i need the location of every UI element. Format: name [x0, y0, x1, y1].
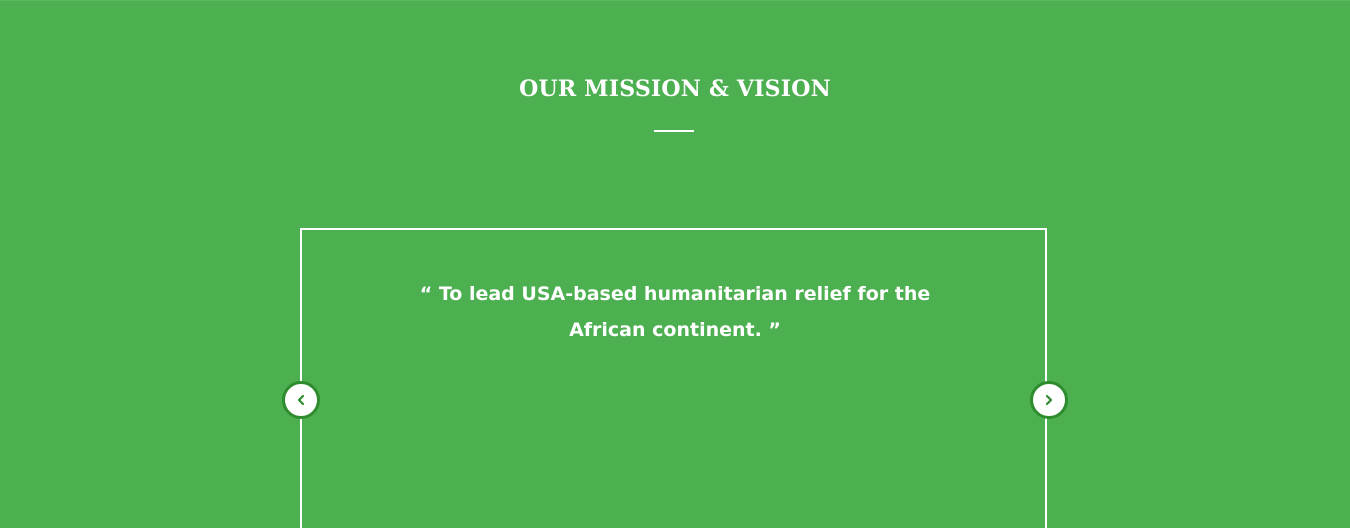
section-title: OUR MISSION & VISION [519, 76, 831, 102]
mission-quote: “ To lead USA-based humanitarian relief … [419, 283, 931, 341]
chevron-right-icon [1043, 394, 1055, 406]
mission-slider-frame [300, 228, 1047, 528]
top-divider [0, 0, 1350, 1]
title-underline [654, 130, 694, 132]
slider-next-button[interactable] [1030, 381, 1068, 419]
slider-prev-button[interactable] [282, 381, 320, 419]
chevron-left-icon [295, 394, 307, 406]
